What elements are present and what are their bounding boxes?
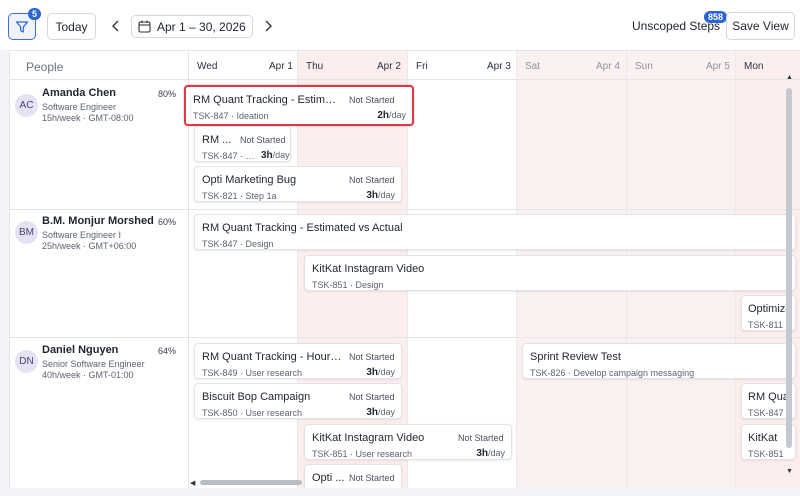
avatar: AC <box>15 94 38 117</box>
task-title: Biscuit Bop Campaign <box>202 391 311 403</box>
date-range-picker[interactable]: Apr 1 – 30, 2026 <box>131 15 253 38</box>
horizontal-scrollbar[interactable] <box>192 480 792 486</box>
task-card[interactable]: Sprint Review Test TSK-826 · Develop cam… <box>522 343 796 379</box>
person-row-bm-monjur-morshed[interactable]: BM B.M. Monjur Morshed Software Engineer… <box>10 210 189 337</box>
person-capacity: 15h/week · GMT-08:00 <box>42 113 134 123</box>
utilization-percent: 64% <box>158 346 177 356</box>
task-status: Not Started <box>349 352 395 362</box>
task-title: Sprint Review Test <box>530 351 621 363</box>
task-card[interactable]: RM Quant Tracking - Estimated vs Actual … <box>194 214 796 250</box>
task-title: RM Quant Tracking - Estimat... <box>193 94 338 106</box>
task-subtitle: TSK-847 · U... <box>202 151 256 161</box>
task-title: Optimize <box>748 303 792 315</box>
task-hours: 2h/day <box>377 110 406 121</box>
task-status: Not Started <box>349 175 395 185</box>
task-subtitle: TSK-847 · Design <box>202 239 274 249</box>
task-subtitle: TSK-826 · Develop campaign messaging <box>530 368 695 378</box>
person-capacity: 25h/week · GMT+06:00 <box>42 241 137 251</box>
person-name: Daniel Nguyen <box>42 344 119 356</box>
today-button[interactable]: Today <box>47 13 96 40</box>
previous-period-button[interactable] <box>108 16 124 36</box>
vertical-scroll-thumb[interactable] <box>786 88 792 448</box>
task-title: RM ... <box>202 134 232 146</box>
person-name: B.M. Monjur Morshed <box>42 215 154 227</box>
task-subtitle: TSK-851 · User research <box>312 449 413 459</box>
task-hours: 3h/day <box>366 367 395 378</box>
day-header-dow: Thu <box>306 61 324 72</box>
task-status: Not Started <box>458 433 504 443</box>
task-card[interactable]: KitKat Instagram Video TSK-851 · Design <box>304 255 796 291</box>
day-header-date: Apr 5 <box>706 61 730 72</box>
day-header-date: Apr 1 <box>269 61 293 72</box>
day-header-dow: Wed <box>197 61 218 72</box>
task-title: RM Quant Tracking - Estimated vs Actual <box>202 222 403 234</box>
task-subtitle: TSK-821 · Step 1a <box>202 191 277 201</box>
task-title: Opti Marketing Bug <box>202 174 297 186</box>
task-card[interactable]: RM ... Not Started TSK-847 · U... 3h/day <box>194 126 291 162</box>
task-status: Not Started <box>349 95 395 105</box>
calendar-icon <box>138 20 151 33</box>
save-view-button[interactable]: Save View <box>726 12 795 40</box>
chevron-left-icon <box>112 20 119 32</box>
chevron-right-icon <box>265 20 272 32</box>
person-capacity: 40h/week · GMT-01:00 <box>42 370 134 380</box>
task-subtitle: TSK-849 · User research <box>202 368 303 378</box>
avatar: BM <box>15 221 38 244</box>
task-title: KitKat Instagram Video <box>312 263 425 275</box>
task-title: KitKat Instagram Video <box>312 432 425 444</box>
task-subtitle: TSK-851 <box>748 449 784 459</box>
task-status: Not Started <box>240 135 286 145</box>
person-row-daniel-nguyen[interactable]: DN Daniel Nguyen Senior Software Enginee… <box>10 338 189 488</box>
person-role: Senior Software Engineer <box>42 359 145 369</box>
task-status: Not Started <box>349 392 395 402</box>
task-card[interactable]: Biscuit Bop Campaign Not Started TSK-850… <box>194 383 402 419</box>
horizontal-scroll-thumb[interactable] <box>200 480 302 485</box>
day-header-date: Apr 3 <box>487 61 511 72</box>
filter-count-badge: 5 <box>28 8 42 20</box>
grid-header <box>10 51 800 80</box>
person-role: Software Engineer I <box>42 230 122 240</box>
day-header-dow: Sun <box>635 61 653 72</box>
task-title: KitKat <box>748 432 778 444</box>
scroll-down-arrow[interactable]: ▼ <box>786 468 793 475</box>
scroll-left-arrow[interactable]: ◀ <box>190 479 195 487</box>
day-header-date: Apr 4 <box>596 61 620 72</box>
task-title: RM Qua <box>748 391 789 403</box>
task-hours: 3h/day <box>366 407 395 418</box>
person-row-amanda-chen[interactable]: AC Amanda Chen Software Engineer 15h/wee… <box>10 81 189 209</box>
people-header: People <box>26 60 64 74</box>
unscoped-steps-count-badge: 858 <box>704 11 728 23</box>
task-card[interactable]: Opti Marketing Bug Not Started TSK-821 ·… <box>194 166 402 202</box>
date-range-label: Apr 1 – 30, 2026 <box>157 19 246 34</box>
vertical-scrollbar[interactable] <box>786 80 792 456</box>
utilization-percent: 80% <box>158 89 177 99</box>
toolbar: 5 Today Apr 1 – 30, 2026 Unscoped Steps … <box>0 0 800 50</box>
task-subtitle: TSK-811 · <box>748 320 789 330</box>
task-subtitle: TSK-850 · User research <box>202 408 303 418</box>
task-subtitle: TSK-847 <box>748 408 784 418</box>
task-hours: 3h/day <box>261 150 290 161</box>
next-period-button[interactable] <box>260 16 276 36</box>
utilization-percent: 60% <box>158 217 177 227</box>
task-card[interactable]: KitKat Instagram Video Not Started TSK-8… <box>304 424 512 460</box>
day-header-date: Apr 2 <box>377 61 401 72</box>
avatar: DN <box>15 350 38 373</box>
filter-icon <box>15 20 29 33</box>
task-hours: 3h/day <box>476 448 505 459</box>
scroll-up-arrow[interactable]: ▲ <box>786 74 793 81</box>
task-title: RM Quant Tracking - Hours ... <box>202 351 342 363</box>
day-header-dow: Mon <box>744 61 764 72</box>
person-name: Amanda Chen <box>42 87 116 99</box>
day-header-dow: Fri <box>416 61 428 72</box>
task-subtitle: TSK-847 · Ideation <box>193 111 269 121</box>
person-role: Software Engineer <box>42 102 117 112</box>
task-subtitle: TSK-851 · Design <box>312 280 384 290</box>
day-header-dow: Sat <box>525 61 541 72</box>
task-card[interactable]: RM Quant Tracking - Hours ... Not Starte… <box>194 343 402 379</box>
task-card-selected[interactable]: RM Quant Tracking - Estimat... Not Start… <box>184 85 414 126</box>
schedule-grid: People Wed Apr 1 Thu Apr 2 Fri Apr 3 Sat… <box>9 50 800 488</box>
task-hours: 3h/day <box>366 190 395 201</box>
